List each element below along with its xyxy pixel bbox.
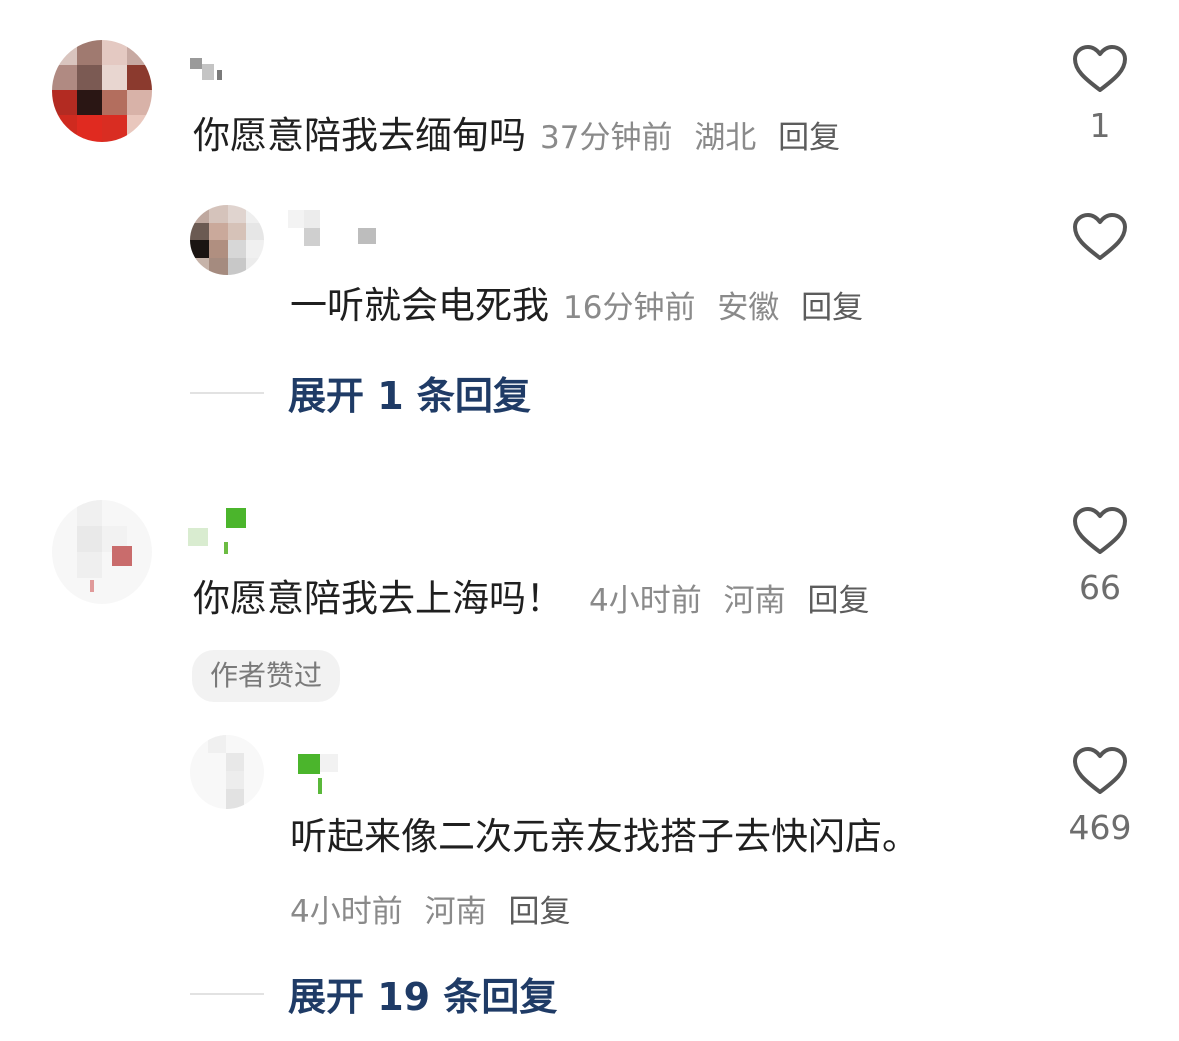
reply-button[interactable]: 回复 <box>807 583 869 619</box>
comment-text: 你愿意陪我去缅甸吗 <box>193 114 526 157</box>
like-button[interactable] <box>1065 212 1135 262</box>
heart-outline-icon <box>1073 45 1127 92</box>
reply-time: 16分钟前 <box>563 290 696 326</box>
comment-time: 4小时前 <box>589 583 702 619</box>
expand-replies-button[interactable]: 展开 19 条回复 <box>190 966 557 1021</box>
heart-outline-icon <box>1073 507 1127 554</box>
comment-location: 湖北 <box>694 120 757 156</box>
comment-text: 你愿意陪我去上海吗！ <box>193 577 563 620</box>
divider-line <box>190 391 264 394</box>
user-avatar[interactable] <box>190 735 264 809</box>
like-count: 1 <box>1089 106 1111 145</box>
username[interactable] <box>190 58 226 80</box>
reply-meta: 16分钟前 安徽 回复 <box>563 282 875 327</box>
comment-meta: 4小时前 河南 回复 <box>589 575 881 620</box>
reply-text: 一听就会电死我 <box>290 284 549 327</box>
comment-meta: 37分钟前 湖北 回复 <box>540 112 852 157</box>
like-button[interactable]: 66 <box>1065 506 1135 606</box>
comment-location: 河南 <box>723 583 786 619</box>
like-button[interactable]: 1 <box>1065 44 1135 144</box>
expand-replies-button[interactable]: 展开 1 条回复 <box>190 365 531 420</box>
reply-location: 安徽 <box>717 290 780 326</box>
reply-text: 听起来像二次元亲友找搭子去快闪店。 <box>290 815 919 858</box>
username[interactable] <box>298 752 342 796</box>
expand-replies-label: 展开 1 条回复 <box>288 374 531 418</box>
username[interactable] <box>188 508 248 556</box>
username[interactable] <box>288 210 378 246</box>
reply-location: 河南 <box>424 894 487 930</box>
like-button[interactable]: 469 <box>1060 746 1140 846</box>
like-count: 66 <box>1079 568 1121 607</box>
reply-time: 4小时前 <box>290 894 403 930</box>
expand-replies-label: 展开 19 条回复 <box>288 975 558 1019</box>
heart-outline-icon <box>1073 747 1127 794</box>
like-count: 469 <box>1068 808 1132 847</box>
comment-time: 37分钟前 <box>540 120 673 156</box>
reply-meta: 4小时前 河南 回复 <box>290 886 582 931</box>
author-liked-badge: 作者赞过 <box>192 650 341 702</box>
divider-line <box>190 992 264 995</box>
reply-button[interactable]: 回复 <box>801 290 863 326</box>
user-avatar[interactable] <box>190 205 264 275</box>
user-avatar[interactable] <box>52 40 152 142</box>
user-avatar[interactable] <box>52 500 152 604</box>
heart-outline-icon <box>1073 213 1127 260</box>
reply-button[interactable]: 回复 <box>778 120 840 156</box>
reply-button[interactable]: 回复 <box>508 894 570 930</box>
